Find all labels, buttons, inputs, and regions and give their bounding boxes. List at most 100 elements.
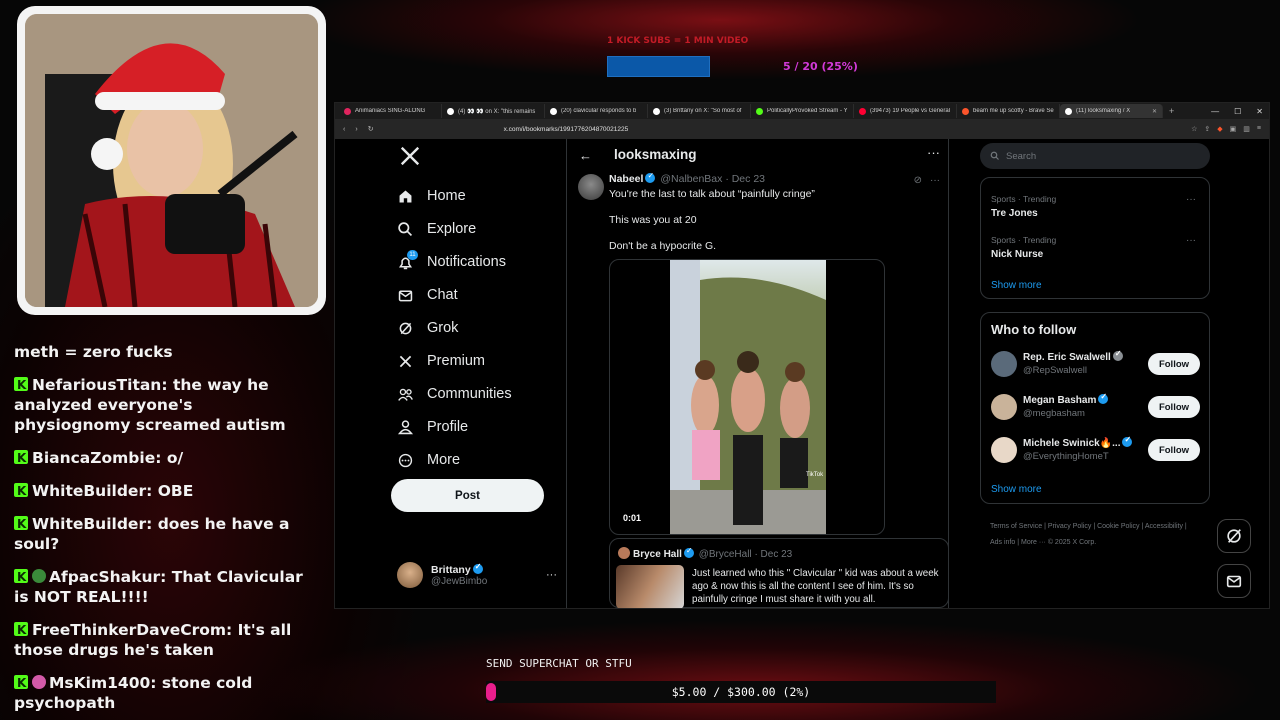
chat-username: WhiteBuilder bbox=[32, 515, 147, 533]
new-tab-button[interactable]: + bbox=[1169, 106, 1174, 116]
browser-tab-active[interactable]: (11) looksmaxing / X ✕ bbox=[1060, 104, 1163, 118]
chat-message: BiancaZombie: o/ bbox=[14, 448, 314, 468]
minimize-icon[interactable]: — bbox=[1211, 107, 1219, 116]
trend-name: Nick Nurse bbox=[991, 249, 1044, 260]
more-icon[interactable]: ··· bbox=[546, 569, 557, 581]
search-icon bbox=[398, 221, 413, 236]
brave-shield-icon[interactable]: ◆ bbox=[1217, 125, 1222, 133]
browser-tab[interactable]: (3) Brittany on X: "So most of bbox=[648, 104, 751, 118]
trend-item[interactable]: Sports · Trending Tre Jones ··· bbox=[991, 194, 1201, 219]
follow-button[interactable]: Follow bbox=[1148, 396, 1200, 418]
quoted-tweet[interactable]: Bryce Hall @BryceHall · Dec 23 Just lear… bbox=[609, 538, 949, 608]
grok-floating-button[interactable] bbox=[1217, 519, 1251, 553]
avatar[interactable] bbox=[578, 174, 604, 200]
x-logo-icon[interactable] bbox=[399, 145, 421, 167]
browser-tab[interactable]: beam me up scotty - Brave Se bbox=[957, 104, 1060, 118]
url-field[interactable]: x.com/i/bookmarks/1991776204870021225 bbox=[504, 126, 629, 133]
browser-tab[interactable]: (20) clavicular responds to b bbox=[545, 104, 648, 118]
more-icon[interactable]: ··· bbox=[927, 145, 940, 160]
bookmark-icon[interactable]: ☆ bbox=[1191, 125, 1197, 133]
x-favicon-icon bbox=[550, 107, 557, 115]
footer-links[interactable]: Terms of Service | Privacy Policy | Cook… bbox=[990, 519, 1200, 551]
browser-tab[interactable]: (4) 👀 👀 on X: "this remains bbox=[442, 104, 545, 118]
nav-chat[interactable]: Chat bbox=[397, 285, 458, 305]
nav-label: Explore bbox=[427, 221, 477, 237]
nav-label: Profile bbox=[427, 419, 469, 435]
author-name[interactable]: Nabeel bbox=[609, 173, 643, 185]
mail-icon bbox=[1226, 575, 1242, 588]
nav-notifications[interactable]: 11 Notifications bbox=[397, 249, 506, 272]
tweet-date[interactable]: · Dec 23 bbox=[725, 173, 765, 185]
messages-floating-button[interactable] bbox=[1217, 564, 1251, 598]
tab-title: (4) 👀 👀 on X: "this remains bbox=[458, 108, 536, 115]
browser-tab[interactable]: (39473) 19 People vs General bbox=[854, 104, 957, 118]
follow-button[interactable]: Follow bbox=[1148, 353, 1200, 375]
address-bar: ‹ › ↻ x.com/i/bookmarks/1991776204870021… bbox=[335, 119, 1269, 139]
close-window-icon[interactable]: ✕ bbox=[1256, 107, 1263, 116]
nav-label: Chat bbox=[427, 287, 458, 303]
people-icon bbox=[398, 388, 413, 401]
back-arrow-icon[interactable]: ← bbox=[579, 148, 592, 163]
browser-tab[interactable]: Animaniacs SING-ALONG bbox=[339, 104, 442, 118]
account-switcher[interactable]: Brittany @JewBimbo ··· bbox=[397, 562, 557, 588]
quote-header: Bryce Hall @BryceHall · Dec 23 bbox=[618, 546, 793, 560]
author-handle[interactable]: @NalbenBax bbox=[660, 173, 722, 185]
suggestion-handle: @megbasham bbox=[1023, 408, 1085, 419]
back-arrow-icon[interactable]: ‹ bbox=[343, 126, 345, 133]
nav-more[interactable]: More bbox=[397, 450, 460, 470]
show-more-link[interactable]: Show more bbox=[991, 280, 1042, 291]
verified-icon bbox=[645, 171, 656, 183]
tab-title: beam me up scotty - Brave Se bbox=[973, 108, 1054, 114]
post-button[interactable]: Post bbox=[391, 479, 544, 512]
grok-icon bbox=[1227, 529, 1241, 543]
account-handle: @JewBimbo bbox=[431, 575, 488, 587]
trend-item[interactable]: Sports · Trending Nick Nurse ··· bbox=[991, 235, 1201, 260]
avatar bbox=[397, 562, 423, 588]
tab-title: (20) clavicular responds to b bbox=[561, 108, 637, 114]
tweet-date: · Dec 23 bbox=[754, 549, 793, 560]
more-icon[interactable]: ··· bbox=[1186, 194, 1196, 205]
browser-tab[interactable]: PoliticallyProvoked Stream - Y bbox=[751, 104, 854, 118]
nav-communities[interactable]: Communities bbox=[397, 384, 512, 404]
search-input[interactable]: Search bbox=[980, 143, 1210, 169]
nav-grok[interactable]: Grok bbox=[397, 318, 458, 338]
kick-badge-icon bbox=[14, 448, 28, 468]
nav-premium[interactable]: Premium bbox=[397, 351, 485, 371]
chat-username: BiancaZombie bbox=[32, 449, 156, 467]
follow-suggestion[interactable]: Rep. Eric Swalwell @RepSwalwell Follow bbox=[991, 349, 1201, 381]
extensions-icon[interactable]: ▣ bbox=[1230, 125, 1237, 133]
webcam-video bbox=[25, 14, 318, 307]
sidebar-icon[interactable]: ▥ bbox=[1243, 125, 1250, 133]
tweet-video[interactable]: TikTok 0:01 bbox=[609, 259, 885, 535]
webcam-frame bbox=[17, 6, 326, 315]
show-more-link[interactable]: Show more bbox=[991, 484, 1042, 495]
tab-favicon-icon bbox=[344, 107, 351, 115]
more-icon[interactable]: ··· bbox=[1186, 235, 1196, 246]
share-icon[interactable]: ⇪ bbox=[1204, 125, 1210, 133]
author-handle: @BryceHall bbox=[698, 549, 752, 560]
superchat-goal-label: SEND SUPERCHAT OR STFU bbox=[486, 657, 632, 670]
menu-icon[interactable]: ≡ bbox=[1257, 125, 1261, 133]
verified-icon bbox=[472, 562, 483, 574]
more-icon[interactable]: ··· bbox=[930, 175, 940, 186]
follow-suggestion[interactable]: Michele Swinick🔥... @EverythingHomeT Fol… bbox=[991, 435, 1201, 467]
kick-badge-icon bbox=[14, 375, 28, 395]
follow-suggestion[interactable]: Megan Basham @megbasham Follow bbox=[991, 392, 1201, 424]
follow-button[interactable]: Follow bbox=[1148, 439, 1200, 461]
grok-icon[interactable]: ⊘ bbox=[914, 175, 922, 186]
nav-label: Premium bbox=[427, 353, 486, 369]
bell-icon: 11 bbox=[397, 249, 418, 271]
suggestion-handle: @EverythingHomeT bbox=[1023, 451, 1109, 462]
maximize-icon[interactable]: ☐ bbox=[1234, 107, 1241, 116]
reload-icon[interactable]: ↻ bbox=[368, 125, 374, 133]
nav-profile[interactable]: Profile bbox=[397, 417, 468, 437]
nav-home[interactable]: Home bbox=[397, 186, 466, 206]
home-icon bbox=[399, 190, 412, 202]
panel-title: Who to follow bbox=[991, 322, 1077, 337]
close-tab-icon[interactable]: ✕ bbox=[1152, 108, 1157, 115]
forward-arrow-icon[interactable]: › bbox=[355, 126, 357, 133]
kick-sub-goal-progress: 5 / 20 (25%) bbox=[783, 60, 858, 73]
nav-explore[interactable]: Explore bbox=[397, 219, 476, 239]
chat-message: FreeThinkerDaveCrom: It's all those drug… bbox=[14, 620, 314, 660]
x-icon bbox=[399, 355, 412, 367]
